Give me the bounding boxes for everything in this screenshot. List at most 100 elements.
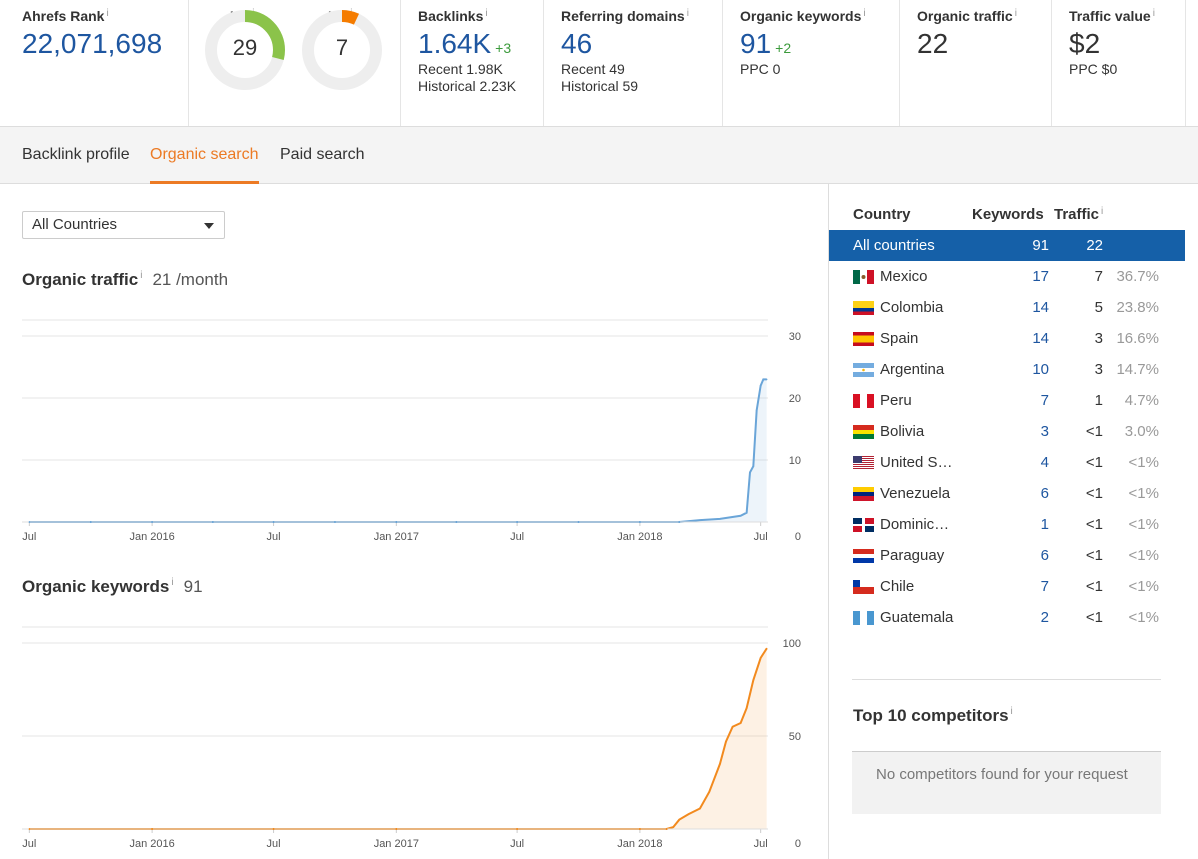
bo-flag-icon [853,425,874,439]
data-point [28,828,31,830]
col-header-keywords[interactable]: Keywords [972,206,1044,223]
metric-ahrefs-rank: Ahrefs Rank i 22,071,698 [0,0,189,126]
country-keywords[interactable]: 14 [1032,292,1049,323]
country-name[interactable]: Paraguay [880,540,944,571]
info-icon[interactable]: i [687,8,689,19]
ur-value: 29 [232,35,258,60]
data-point [749,471,751,474]
backlinks-value-row: 1.64K +3 [418,28,543,60]
country-select[interactable]: All Countries [22,211,225,239]
country-name[interactable]: All countries [853,230,935,261]
organic-traffic-monthly: 21 /month [152,270,229,289]
tab-organic-search[interactable]: Organic search [150,127,259,184]
country-row[interactable]: Venezuela 6 <1 <1% [829,478,1185,509]
country-row[interactable]: Chile 7 <1 <1% [829,571,1185,602]
country-keywords[interactable]: 7 [1041,385,1049,416]
info-icon[interactable]: i [1011,706,1013,717]
country-row[interactable]: Guatemala 2 <1 <1% [829,602,1185,633]
country-traffic-share: <1% [1128,609,1159,626]
data-point [334,521,336,523]
data-point [765,647,768,650]
country-row[interactable]: Colombia 14 5 23.8% [829,292,1185,323]
metric-label: Backlinks i [418,8,543,24]
col-header-traffic-label: Traffic [1054,206,1100,223]
country-traffic-share: 36.7% [1116,268,1159,285]
info-icon[interactable]: i [1015,8,1017,19]
info-icon[interactable]: i [106,8,108,19]
x-tick-label: Jul [510,838,524,850]
organic-keywords-heading: Organic keywords i 91 [22,577,203,597]
x-tick-label: Jul [22,531,36,543]
country-row[interactable]: Paraguay 6 <1 <1% [829,540,1185,571]
referring-domains-value[interactable]: 46 [561,28,722,60]
country-keywords[interactable]: 6 [1041,478,1049,509]
country-row[interactable]: Spain 14 3 16.6% [829,323,1185,354]
country-name[interactable]: Colombia [880,292,943,323]
country-name[interactable]: Bolivia [880,416,924,447]
country-keywords[interactable]: 10 [1032,354,1049,385]
organic-traffic-label: Organic traffic [917,8,1013,24]
info-icon[interactable]: i [1153,8,1155,19]
col-header-country[interactable]: Country [853,206,911,223]
x-tick-label: Jan 2018 [617,531,662,543]
data-point [395,828,398,830]
data-point [639,828,641,830]
country-row[interactable]: Dominic… 1 <1 <1% [829,509,1185,540]
country-name[interactable]: Guatemala [880,602,953,633]
competitors-heading: Top 10 competitors i [853,706,1013,726]
country-keywords[interactable]: 2 [1041,602,1049,633]
country-row[interactable]: United S… 4 <1 <1% [829,447,1185,478]
data-point [755,409,758,412]
country-row[interactable]: Mexico 17 7 36.7% [829,261,1185,292]
country-row[interactable]: Argentina 10 3 14.7% [829,354,1185,385]
country-keywords[interactable]: 6 [1041,540,1049,571]
organic-traffic-heading: Organic traffic i 21 /month [22,270,228,290]
country-row-all[interactable]: All countries 91 22 [829,230,1185,261]
metric-label: Ahrefs Rank i [22,8,188,24]
country-keywords[interactable]: 7 [1041,571,1049,602]
data-point [752,465,755,467]
info-icon[interactable]: i [1101,206,1103,217]
backlinks-historical: Historical 2.23K [418,78,517,94]
tab-paid-search[interactable]: Paid search [280,127,365,184]
country-name[interactable]: Argentina [880,354,944,385]
country-name[interactable]: Dominic… [880,509,949,540]
ahrefs-rank-value: 22,071,698 [22,28,163,59]
country-keywords[interactable]: 91 [1032,230,1049,261]
country-name[interactable]: Mexico [880,261,928,292]
col-header-traffic[interactable]: Traffic i [1054,206,1103,223]
info-icon[interactable]: i [140,270,142,281]
country-traffic: <1 [1085,547,1103,564]
backlinks-value[interactable]: 1.64K [418,28,491,59]
data-point [739,515,742,517]
country-keywords[interactable]: 3 [1041,416,1049,447]
country-name[interactable]: United S… [880,447,953,478]
country-name[interactable]: Chile [880,571,914,602]
country-row[interactable]: Peru 7 1 4.7% [829,385,1185,416]
country-name[interactable]: Peru [880,385,912,416]
info-icon[interactable]: i [863,8,865,19]
country-row[interactable]: Bolivia 3 <1 3.0% [829,416,1185,447]
country-traffic: <1 [1085,423,1103,440]
data-point [151,828,153,830]
data-point [672,826,675,828]
organic-keywords-ppc: PPC 0 [740,61,781,77]
info-icon[interactable]: i [171,577,173,588]
series-area [29,379,767,522]
data-point [687,813,690,815]
country-traffic-share: <1% [1128,454,1159,471]
country-traffic: <1 [1085,609,1103,626]
country-name[interactable]: Venezuela [880,478,950,509]
organic-keywords-delta: +2 [775,40,792,56]
x-tick-label: Jan 2016 [129,531,174,543]
country-keywords[interactable]: 14 [1032,323,1049,354]
data-point [212,521,214,523]
country-keywords[interactable]: 4 [1041,447,1049,478]
info-icon[interactable]: i [485,8,487,19]
country-keywords[interactable]: 1 [1041,509,1049,540]
country-keywords[interactable]: 17 [1032,261,1049,292]
country-traffic-share: 23.8% [1116,299,1159,316]
tab-backlink-profile[interactable]: Backlink profile [22,127,130,184]
country-name[interactable]: Spain [880,323,918,354]
organic-keywords-value[interactable]: 91 [740,28,771,59]
